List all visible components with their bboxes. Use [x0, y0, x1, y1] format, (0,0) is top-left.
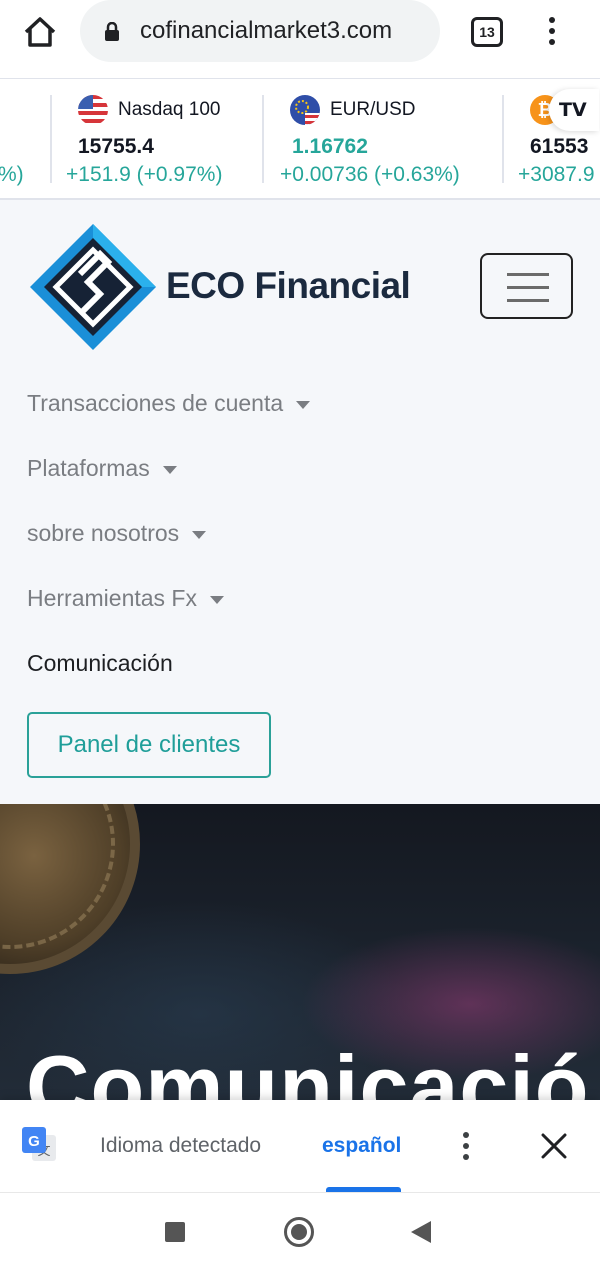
- translate-bar: 文 G Idioma detectado español: [0, 1100, 600, 1192]
- nav-item-herramientas[interactable]: Herramientas Fx: [27, 585, 224, 612]
- caret-down-icon: [192, 530, 207, 539]
- hamburger-menu-button[interactable]: [480, 253, 573, 319]
- ticker-item-eurusd[interactable]: EUR/USD 1.16762 +0.00736 (+0.63%): [280, 79, 500, 198]
- detected-language-label[interactable]: Idioma detectado: [100, 1134, 261, 1158]
- address-bar[interactable]: cofinancialmarket3.com: [80, 0, 440, 62]
- nav-item-label: Transacciones de cuenta: [27, 390, 284, 416]
- ticker-change: +3087.9: [518, 163, 595, 186]
- caret-down-icon: [296, 400, 311, 409]
- system-navigation-bar: [0, 1192, 600, 1271]
- caret-down-icon: [162, 465, 177, 474]
- ticker-item-nasdaq[interactable]: Nasdaq 100 15755.4 +151.9 (+0.97%): [66, 79, 256, 198]
- ticker-divider: [262, 95, 264, 183]
- eu-us-flag-icon: [290, 95, 320, 125]
- ticker-divider: [50, 95, 52, 183]
- close-icon[interactable]: [538, 1130, 570, 1162]
- recents-icon[interactable]: [165, 1222, 185, 1242]
- lock-icon: [105, 22, 119, 41]
- us-flag-icon: [78, 95, 108, 125]
- hero-title: Comunicació: [26, 1037, 590, 1100]
- home-circle-icon[interactable]: [284, 1217, 314, 1247]
- nav-item-comunicacion[interactable]: Comunicación: [27, 650, 173, 677]
- ticker-name: Nasdaq 100: [118, 99, 221, 120]
- nav-item-sobre-nosotros[interactable]: sobre nosotros: [27, 520, 207, 547]
- ticker-name: EUR/USD: [330, 99, 416, 120]
- nav-item-label: sobre nosotros: [27, 520, 180, 546]
- ticker-price: 61553: [530, 135, 589, 158]
- logo-text: ECO Financial: [166, 265, 411, 306]
- ticker-divider: [502, 95, 504, 183]
- ticker-change: +151.9 (+0.97%): [66, 163, 223, 186]
- nav-item-label: Herramientas Fx: [27, 585, 197, 611]
- caret-down-icon: [209, 595, 224, 604]
- ticker-price: 15755.4: [78, 135, 154, 158]
- ticker-partial-change: %): [0, 163, 24, 186]
- nav-item-plataformas[interactable]: Plataformas: [27, 455, 177, 482]
- translate-more-icon[interactable]: [460, 1130, 472, 1162]
- ticker-change: +0.00736 (+0.63%): [280, 163, 460, 186]
- nav-item-label: Comunicación: [27, 650, 173, 676]
- tab-switcher-button[interactable]: 13: [471, 17, 503, 47]
- nav-item-transacciones[interactable]: Transacciones de cuenta: [27, 390, 311, 417]
- browser-toolbar: cofinancialmarket3.com 13: [0, 0, 600, 66]
- client-panel-button[interactable]: Panel de clientes: [27, 712, 271, 778]
- hero-banner: Comunicació: [0, 804, 600, 1100]
- eco-financial-logo[interactable]: ECO Financial: [28, 222, 418, 352]
- site-header: ECO Financial Transacciones de cuenta Pl…: [0, 200, 600, 804]
- back-triangle-icon[interactable]: [411, 1221, 431, 1243]
- ticker-tape: %) Nasdaq 100 15755.4 +151.9 (+0.97%) EU…: [0, 78, 600, 200]
- browser-menu-icon[interactable]: [542, 14, 562, 50]
- home-icon[interactable]: [22, 14, 58, 50]
- svg-text:G: G: [28, 1133, 40, 1150]
- language-tab-espanol[interactable]: español: [322, 1134, 401, 1158]
- nav-item-label: Plataformas: [27, 455, 150, 481]
- tradingview-logo-icon[interactable]: TV: [549, 89, 599, 131]
- logo-mark-icon: [30, 224, 156, 350]
- ticker-price: 1.16762: [292, 135, 368, 158]
- google-translate-icon[interactable]: 文 G: [22, 1127, 58, 1163]
- url-text: cofinancialmarket3.com: [140, 17, 393, 44]
